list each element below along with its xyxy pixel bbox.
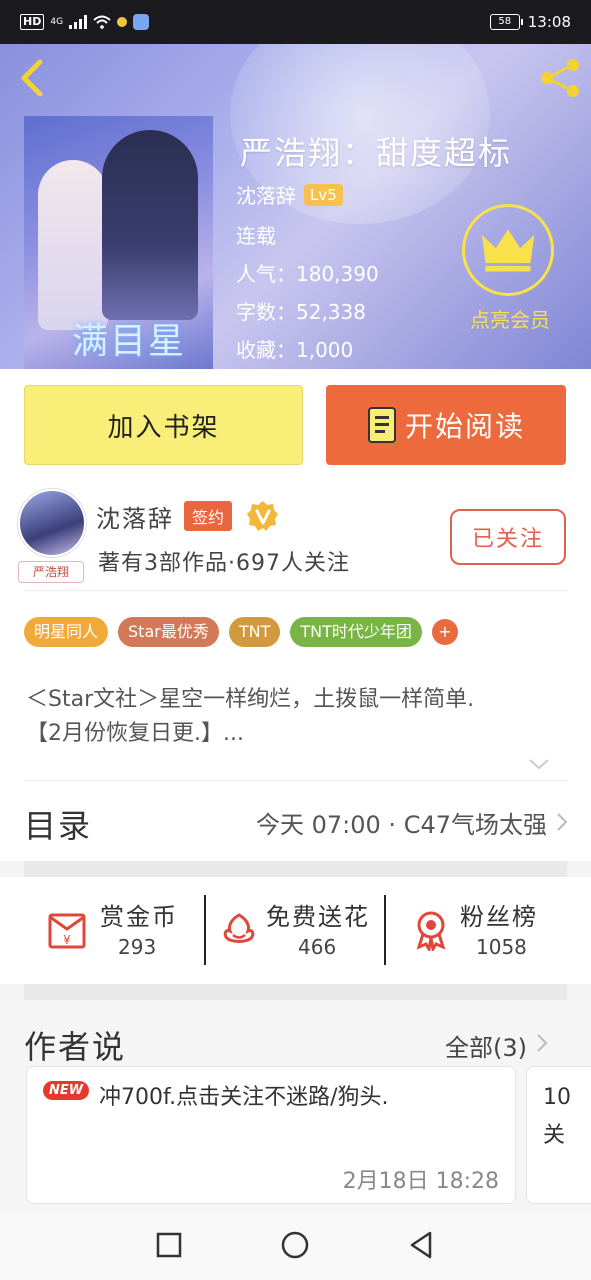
chevron-down-icon[interactable] bbox=[528, 757, 550, 771]
stat-label: 免费送花 bbox=[266, 903, 370, 931]
post-date: 2月18日 18:28 bbox=[342, 1169, 499, 1194]
post-text-preview: 10关 bbox=[543, 1085, 571, 1148]
verified-icon bbox=[247, 501, 278, 531]
book-cover[interactable]: 满目星河 bbox=[24, 116, 213, 369]
signal-icon bbox=[69, 15, 88, 29]
section-gap bbox=[24, 984, 567, 1000]
chevron-right-icon[interactable] bbox=[535, 1032, 549, 1054]
section-gap bbox=[24, 861, 567, 877]
author-info: 著有3部作品·697人关注 bbox=[98, 551, 350, 576]
new-badge: NEW bbox=[43, 1081, 90, 1100]
synopsis-line-1: ＜Star文社＞星空一样绚烂，土拨鼠一样简单. bbox=[26, 687, 475, 712]
book-status: 连载 bbox=[236, 224, 276, 248]
add-tag-button[interactable]: + bbox=[431, 619, 458, 645]
stat-value: 466 bbox=[298, 935, 337, 959]
home-icon[interactable] bbox=[280, 1230, 310, 1260]
stat-value: 293 bbox=[118, 935, 157, 959]
network-type: 4G bbox=[50, 17, 64, 27]
view-all-link[interactable]: 全部(3) bbox=[445, 1028, 527, 1063]
flower-icon bbox=[223, 913, 255, 943]
stat-label: 赏金币 bbox=[100, 903, 178, 931]
avatar-tag: 严浩翔 bbox=[18, 561, 84, 583]
author-section: 严浩翔 沈落辞 签约 著有3部作品·697人关注 已关注 bbox=[0, 481, 591, 591]
tag-tnt[interactable]: TNT bbox=[228, 617, 281, 647]
avatar[interactable] bbox=[18, 489, 86, 557]
author-post-card[interactable]: 10关 bbox=[526, 1066, 591, 1204]
action-bar: 加入书架 开始阅读 bbox=[0, 369, 591, 481]
tag-celebrity-fanfic[interactable]: 明星同人 bbox=[24, 617, 109, 647]
book-word-count: 字数：52,338 bbox=[236, 296, 366, 325]
cover-figure-right bbox=[102, 130, 198, 320]
author-level-badge: Lv5 bbox=[304, 183, 343, 206]
words-label: 字数： bbox=[236, 300, 296, 324]
start-reading-button[interactable]: 开始阅读 bbox=[326, 385, 566, 465]
free-flowers-stat[interactable]: 免费送花 466 bbox=[218, 895, 378, 969]
crown-icon[interactable] bbox=[462, 204, 554, 296]
signed-badge: 签约 bbox=[184, 501, 233, 531]
chevron-right-icon bbox=[557, 813, 568, 831]
red-envelope-icon: ¥ bbox=[48, 913, 86, 949]
stat-divider bbox=[204, 895, 206, 965]
book-author[interactable]: 沈落辞 Lv5 bbox=[236, 180, 343, 209]
add-to-shelf-button[interactable]: 加入书架 bbox=[24, 385, 303, 465]
synopsis-line-2: 【2月份恢复日更.】... bbox=[26, 721, 244, 746]
system-nav-bar bbox=[0, 1212, 591, 1280]
tag-tnt-group[interactable]: TNT时代少年团 bbox=[290, 617, 422, 647]
recent-apps-icon[interactable] bbox=[154, 1230, 184, 1260]
table-of-contents-row[interactable]: 目录 今天 07:00 · C47气场太强 bbox=[0, 781, 591, 861]
author-says-section: 作者说 全部(3) NEW 冲700f.点击关注不迷路/狗头. 2月18日 18… bbox=[0, 1000, 591, 1212]
book-title: 严浩翔：甜度超标 bbox=[240, 134, 513, 172]
battery-icon: 58 bbox=[489, 14, 523, 30]
book-icon bbox=[367, 407, 396, 443]
toc-label: 目录 bbox=[24, 807, 93, 845]
tag-star-best[interactable]: Star最优秀 bbox=[118, 617, 219, 647]
cover-figure-left bbox=[38, 160, 108, 330]
app-notification-icon bbox=[133, 14, 150, 30]
fan-ranking-stat[interactable]: 粉丝榜 1058 bbox=[410, 895, 560, 969]
book-popularity: 人气：180,390 bbox=[236, 258, 379, 287]
popularity-value: 180,390 bbox=[296, 262, 379, 286]
clock: 13:08 bbox=[527, 13, 571, 31]
favorites-label: 收藏： bbox=[236, 338, 296, 362]
synopsis-text: ＜Star文社＞星空一样绚烂，土拨鼠一样简单. 【2月份恢复日更.】... bbox=[26, 683, 571, 751]
favorites-value: 1,000 bbox=[296, 338, 354, 362]
back-icon[interactable] bbox=[14, 58, 50, 98]
words-value: 52,338 bbox=[296, 300, 366, 324]
book-header: 满目星河 严浩翔：甜度超标 沈落辞 Lv5 连载 人气：180,390 字数：5… bbox=[0, 44, 591, 369]
stat-value: 1058 bbox=[476, 935, 527, 959]
author-says-title: 作者说 bbox=[24, 1028, 127, 1066]
tag-list: 明星同人 Star最优秀 TNT TNT时代少年团 + bbox=[0, 591, 591, 661]
start-reading-label: 开始阅读 bbox=[404, 410, 525, 443]
notification-icon bbox=[117, 17, 128, 27]
popularity-label: 人气： bbox=[236, 262, 296, 286]
post-text: 冲700f.点击关注不迷路/狗头. bbox=[99, 1085, 389, 1110]
author-post-card[interactable]: NEW 冲700f.点击关注不迷路/狗头. 2月18日 18:28 bbox=[26, 1066, 516, 1204]
vip-label[interactable]: 点亮会员 bbox=[462, 304, 558, 333]
latest-chapter[interactable]: 今天 07:00 · C47气场太强 bbox=[256, 805, 547, 840]
wifi-icon bbox=[93, 15, 111, 29]
synopsis[interactable]: ＜Star文社＞星空一样绚烂，土拨鼠一样简单. 【2月份恢复日更.】... bbox=[0, 661, 591, 781]
share-icon[interactable] bbox=[537, 56, 583, 100]
back-nav-icon[interactable] bbox=[406, 1230, 436, 1260]
support-stats: ¥ 赏金币 293 免费送花 466 粉丝榜 1058 bbox=[0, 877, 591, 984]
cover-title: 满目星河 bbox=[72, 321, 187, 362]
medal-icon bbox=[416, 911, 446, 951]
book-author-name[interactable]: 沈落辞 bbox=[236, 180, 296, 209]
reward-coins-stat[interactable]: ¥ 赏金币 293 bbox=[46, 895, 196, 969]
author-name[interactable]: 沈落辞 bbox=[96, 499, 174, 534]
status-bar: HD 4G 58 13:08 bbox=[0, 0, 591, 44]
follow-button[interactable]: 已关注 bbox=[450, 509, 566, 565]
stat-divider bbox=[384, 895, 386, 965]
svg-text:¥: ¥ bbox=[63, 933, 71, 947]
stat-label: 粉丝榜 bbox=[460, 903, 538, 931]
hd-icon: HD bbox=[20, 14, 45, 30]
book-favorites: 收藏：1,000 bbox=[236, 334, 353, 363]
